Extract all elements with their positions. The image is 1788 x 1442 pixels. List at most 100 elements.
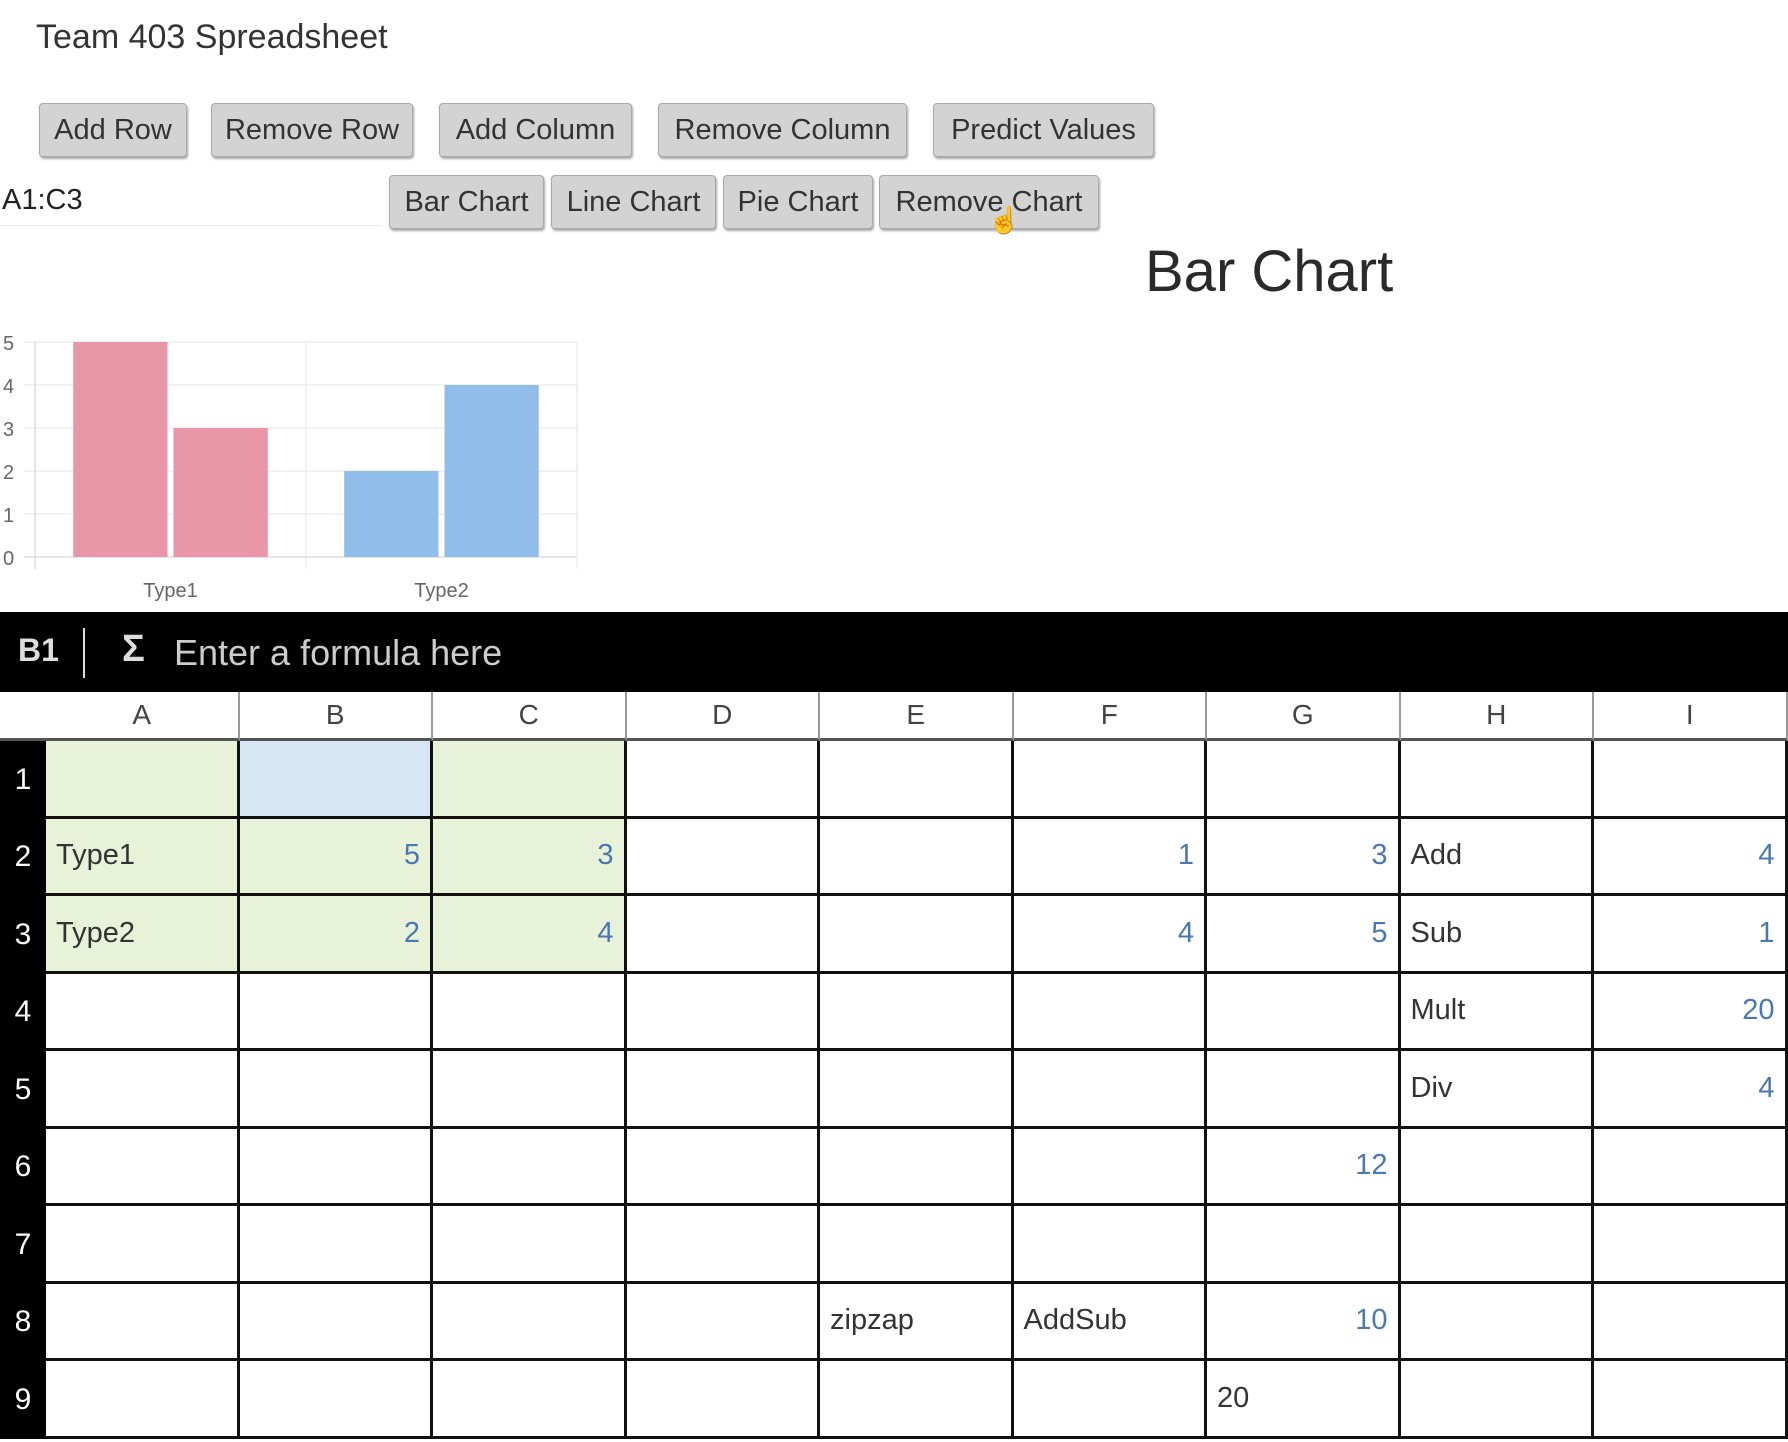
cell-a1[interactable] [46, 741, 240, 819]
cell-h9[interactable] [1400, 1361, 1594, 1439]
cell-f6[interactable] [1013, 1128, 1207, 1206]
column-header-d[interactable]: D [626, 692, 820, 741]
cell-a2[interactable]: Type1 [46, 818, 240, 896]
cell-e7[interactable] [820, 1206, 1014, 1284]
cell-c8[interactable] [433, 1283, 627, 1361]
cell-e4[interactable] [820, 973, 1014, 1051]
cell-d3[interactable] [626, 896, 820, 974]
cell-h2[interactable]: Add [1400, 818, 1594, 896]
cell-a9[interactable] [46, 1361, 240, 1439]
row-header-8[interactable]: 8 [0, 1283, 46, 1361]
cell-h7[interactable] [1400, 1206, 1594, 1284]
cell-i6[interactable] [1594, 1128, 1788, 1206]
cell-a3[interactable]: Type2 [46, 896, 240, 974]
cell-b3[interactable]: 2 [239, 896, 433, 974]
cell-a7[interactable] [46, 1206, 240, 1284]
cell-f3[interactable]: 4 [1013, 896, 1207, 974]
cell-g7[interactable] [1207, 1206, 1401, 1284]
cell-g4[interactable] [1207, 973, 1401, 1051]
predict-values-button[interactable]: Predict Values [933, 103, 1154, 157]
cell-c7[interactable] [433, 1206, 627, 1284]
cell-h1[interactable] [1400, 741, 1594, 819]
cell-d5[interactable] [626, 1051, 820, 1129]
cell-g9[interactable]: 20 [1207, 1361, 1401, 1439]
cell-e8[interactable]: zipzap [820, 1283, 1014, 1361]
cell-f7[interactable] [1013, 1206, 1207, 1284]
cell-a5[interactable] [46, 1051, 240, 1129]
cell-g6[interactable]: 12 [1207, 1128, 1401, 1206]
cell-b2[interactable]: 5 [239, 818, 433, 896]
row-header-2[interactable]: 2 [0, 818, 46, 896]
cell-c6[interactable] [433, 1128, 627, 1206]
cell-d1[interactable] [626, 741, 820, 819]
row-header-4[interactable]: 4 [0, 973, 46, 1051]
cell-d9[interactable] [626, 1361, 820, 1439]
pie-chart-button[interactable]: Pie Chart [723, 175, 873, 229]
cell-g8[interactable]: 10 [1207, 1283, 1401, 1361]
cell-h5[interactable]: Div [1400, 1051, 1594, 1129]
cell-g5[interactable] [1207, 1051, 1401, 1129]
row-header-6[interactable]: 6 [0, 1128, 46, 1206]
cell-e2[interactable] [820, 818, 1014, 896]
cell-c3[interactable]: 4 [433, 896, 627, 974]
cell-i1[interactable] [1594, 741, 1788, 819]
cell-d8[interactable] [626, 1283, 820, 1361]
cell-e6[interactable] [820, 1128, 1014, 1206]
cell-f8[interactable]: AddSub [1013, 1283, 1207, 1361]
cell-e1[interactable] [820, 741, 1014, 819]
cell-h4[interactable]: Mult [1400, 973, 1594, 1051]
column-header-i[interactable]: I [1594, 692, 1788, 741]
cell-b6[interactable] [239, 1128, 433, 1206]
cell-c4[interactable] [433, 973, 627, 1051]
cell-i9[interactable] [1594, 1361, 1788, 1439]
row-header-5[interactable]: 5 [0, 1051, 46, 1129]
cell-h3[interactable]: Sub [1400, 896, 1594, 974]
cell-e5[interactable] [820, 1051, 1014, 1129]
column-header-f[interactable]: F [1013, 692, 1207, 741]
cell-d2[interactable] [626, 818, 820, 896]
row-header-7[interactable]: 7 [0, 1206, 46, 1284]
cell-i7[interactable] [1594, 1206, 1788, 1284]
cell-a8[interactable] [46, 1283, 240, 1361]
cell-b7[interactable] [239, 1206, 433, 1284]
column-header-b[interactable]: B [239, 692, 433, 741]
cell-b4[interactable] [239, 973, 433, 1051]
cell-d7[interactable] [626, 1206, 820, 1284]
cell-a4[interactable] [46, 973, 240, 1051]
formula-input[interactable] [172, 626, 1736, 680]
cell-f2[interactable]: 1 [1013, 818, 1207, 896]
cell-b9[interactable] [239, 1361, 433, 1439]
cell-i2[interactable]: 4 [1594, 818, 1788, 896]
row-header-3[interactable]: 3 [0, 896, 46, 974]
cell-f4[interactable] [1013, 973, 1207, 1051]
cell-h6[interactable] [1400, 1128, 1594, 1206]
cell-f9[interactable] [1013, 1361, 1207, 1439]
cell-g3[interactable]: 5 [1207, 896, 1401, 974]
cell-f5[interactable] [1013, 1051, 1207, 1129]
cell-f1[interactable] [1013, 741, 1207, 819]
cell-h8[interactable] [1400, 1283, 1594, 1361]
column-header-c[interactable]: C [433, 692, 627, 741]
cell-i8[interactable] [1594, 1283, 1788, 1361]
cell-c5[interactable] [433, 1051, 627, 1129]
cell-i5[interactable]: 4 [1594, 1051, 1788, 1129]
cell-c1[interactable] [433, 741, 627, 819]
column-header-h[interactable]: H [1400, 692, 1594, 741]
cell-i3[interactable]: 1 [1594, 896, 1788, 974]
row-header-9[interactable]: 9 [0, 1361, 46, 1439]
add-column-button[interactable]: Add Column [439, 103, 632, 157]
bar-chart-button[interactable]: Bar Chart [389, 175, 544, 229]
cell-c2[interactable]: 3 [433, 818, 627, 896]
cell-a6[interactable] [46, 1128, 240, 1206]
remove-column-button[interactable]: Remove Column [658, 103, 907, 157]
column-header-g[interactable]: G [1207, 692, 1401, 741]
column-header-e[interactable]: E [820, 692, 1014, 741]
remove-row-button[interactable]: Remove Row [211, 103, 413, 157]
cell-g2[interactable]: 3 [1207, 818, 1401, 896]
column-header-a[interactable]: A [46, 692, 240, 741]
row-header-1[interactable]: 1 [0, 741, 46, 819]
cell-b8[interactable] [239, 1283, 433, 1361]
cell-b5[interactable] [239, 1051, 433, 1129]
cell-d6[interactable] [626, 1128, 820, 1206]
cell-g1[interactable] [1207, 741, 1401, 819]
